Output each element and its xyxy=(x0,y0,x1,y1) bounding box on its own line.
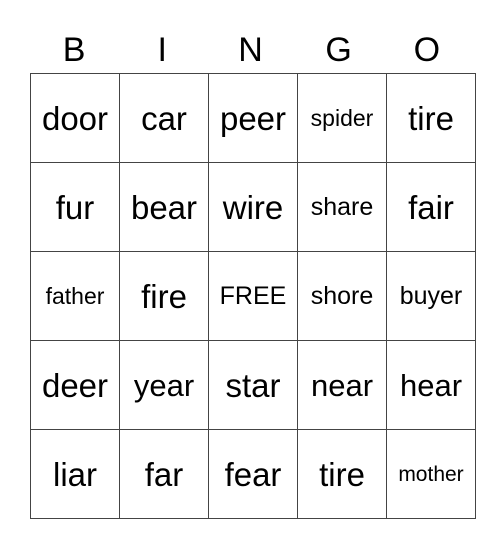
bingo-cell[interactable]: fear xyxy=(208,429,298,519)
bingo-cell[interactable]: mother xyxy=(386,429,476,519)
bingo-cell[interactable]: spider xyxy=(297,73,387,163)
bingo-cell[interactable]: father xyxy=(30,251,120,341)
bingo-cell[interactable]: car xyxy=(119,73,209,163)
bingo-cell[interactable]: deer xyxy=(30,340,120,430)
bingo-cell[interactable]: fire xyxy=(119,251,209,341)
bingo-row: deer year star near hear xyxy=(30,340,476,430)
bingo-cell[interactable]: hear xyxy=(386,340,476,430)
bingo-cell[interactable]: year xyxy=(119,340,209,430)
header-letter-o: O xyxy=(413,31,441,69)
header-letter-n: N xyxy=(238,31,263,69)
bingo-cell[interactable]: shore xyxy=(297,251,387,341)
bingo-cell[interactable]: far xyxy=(119,429,209,519)
bingo-cell[interactable]: near xyxy=(297,340,387,430)
bingo-row: liar far fear tire mother xyxy=(30,429,476,519)
bingo-row: fur bear wire share fair xyxy=(30,162,476,252)
bingo-cell[interactable]: share xyxy=(297,162,387,252)
bingo-cell[interactable]: door xyxy=(30,73,120,163)
bingo-cell[interactable]: liar xyxy=(30,429,120,519)
header-letter-g: G xyxy=(325,31,352,69)
bingo-cell[interactable]: fur xyxy=(30,162,120,252)
bingo-cell[interactable]: wire xyxy=(208,162,298,252)
bingo-cell[interactable]: fair xyxy=(386,162,476,252)
free-space[interactable]: FREE xyxy=(208,251,298,341)
header-letter-i: I xyxy=(157,31,167,69)
header-letter-b: B xyxy=(62,31,86,69)
bingo-cell[interactable]: bear xyxy=(119,162,209,252)
bingo-cell[interactable]: tire xyxy=(297,429,387,519)
bingo-header: B I N G O xyxy=(30,28,471,72)
bingo-cell[interactable]: star xyxy=(208,340,298,430)
bingo-cell[interactable]: buyer xyxy=(386,251,476,341)
bingo-row: door car peer spider tire xyxy=(30,73,476,163)
bingo-cell[interactable]: tire xyxy=(386,73,476,163)
bingo-cell[interactable]: peer xyxy=(208,73,298,163)
bingo-card: door car peer spider tire fur bear wire … xyxy=(30,73,476,519)
bingo-row: father fire FREE shore buyer xyxy=(30,251,476,341)
